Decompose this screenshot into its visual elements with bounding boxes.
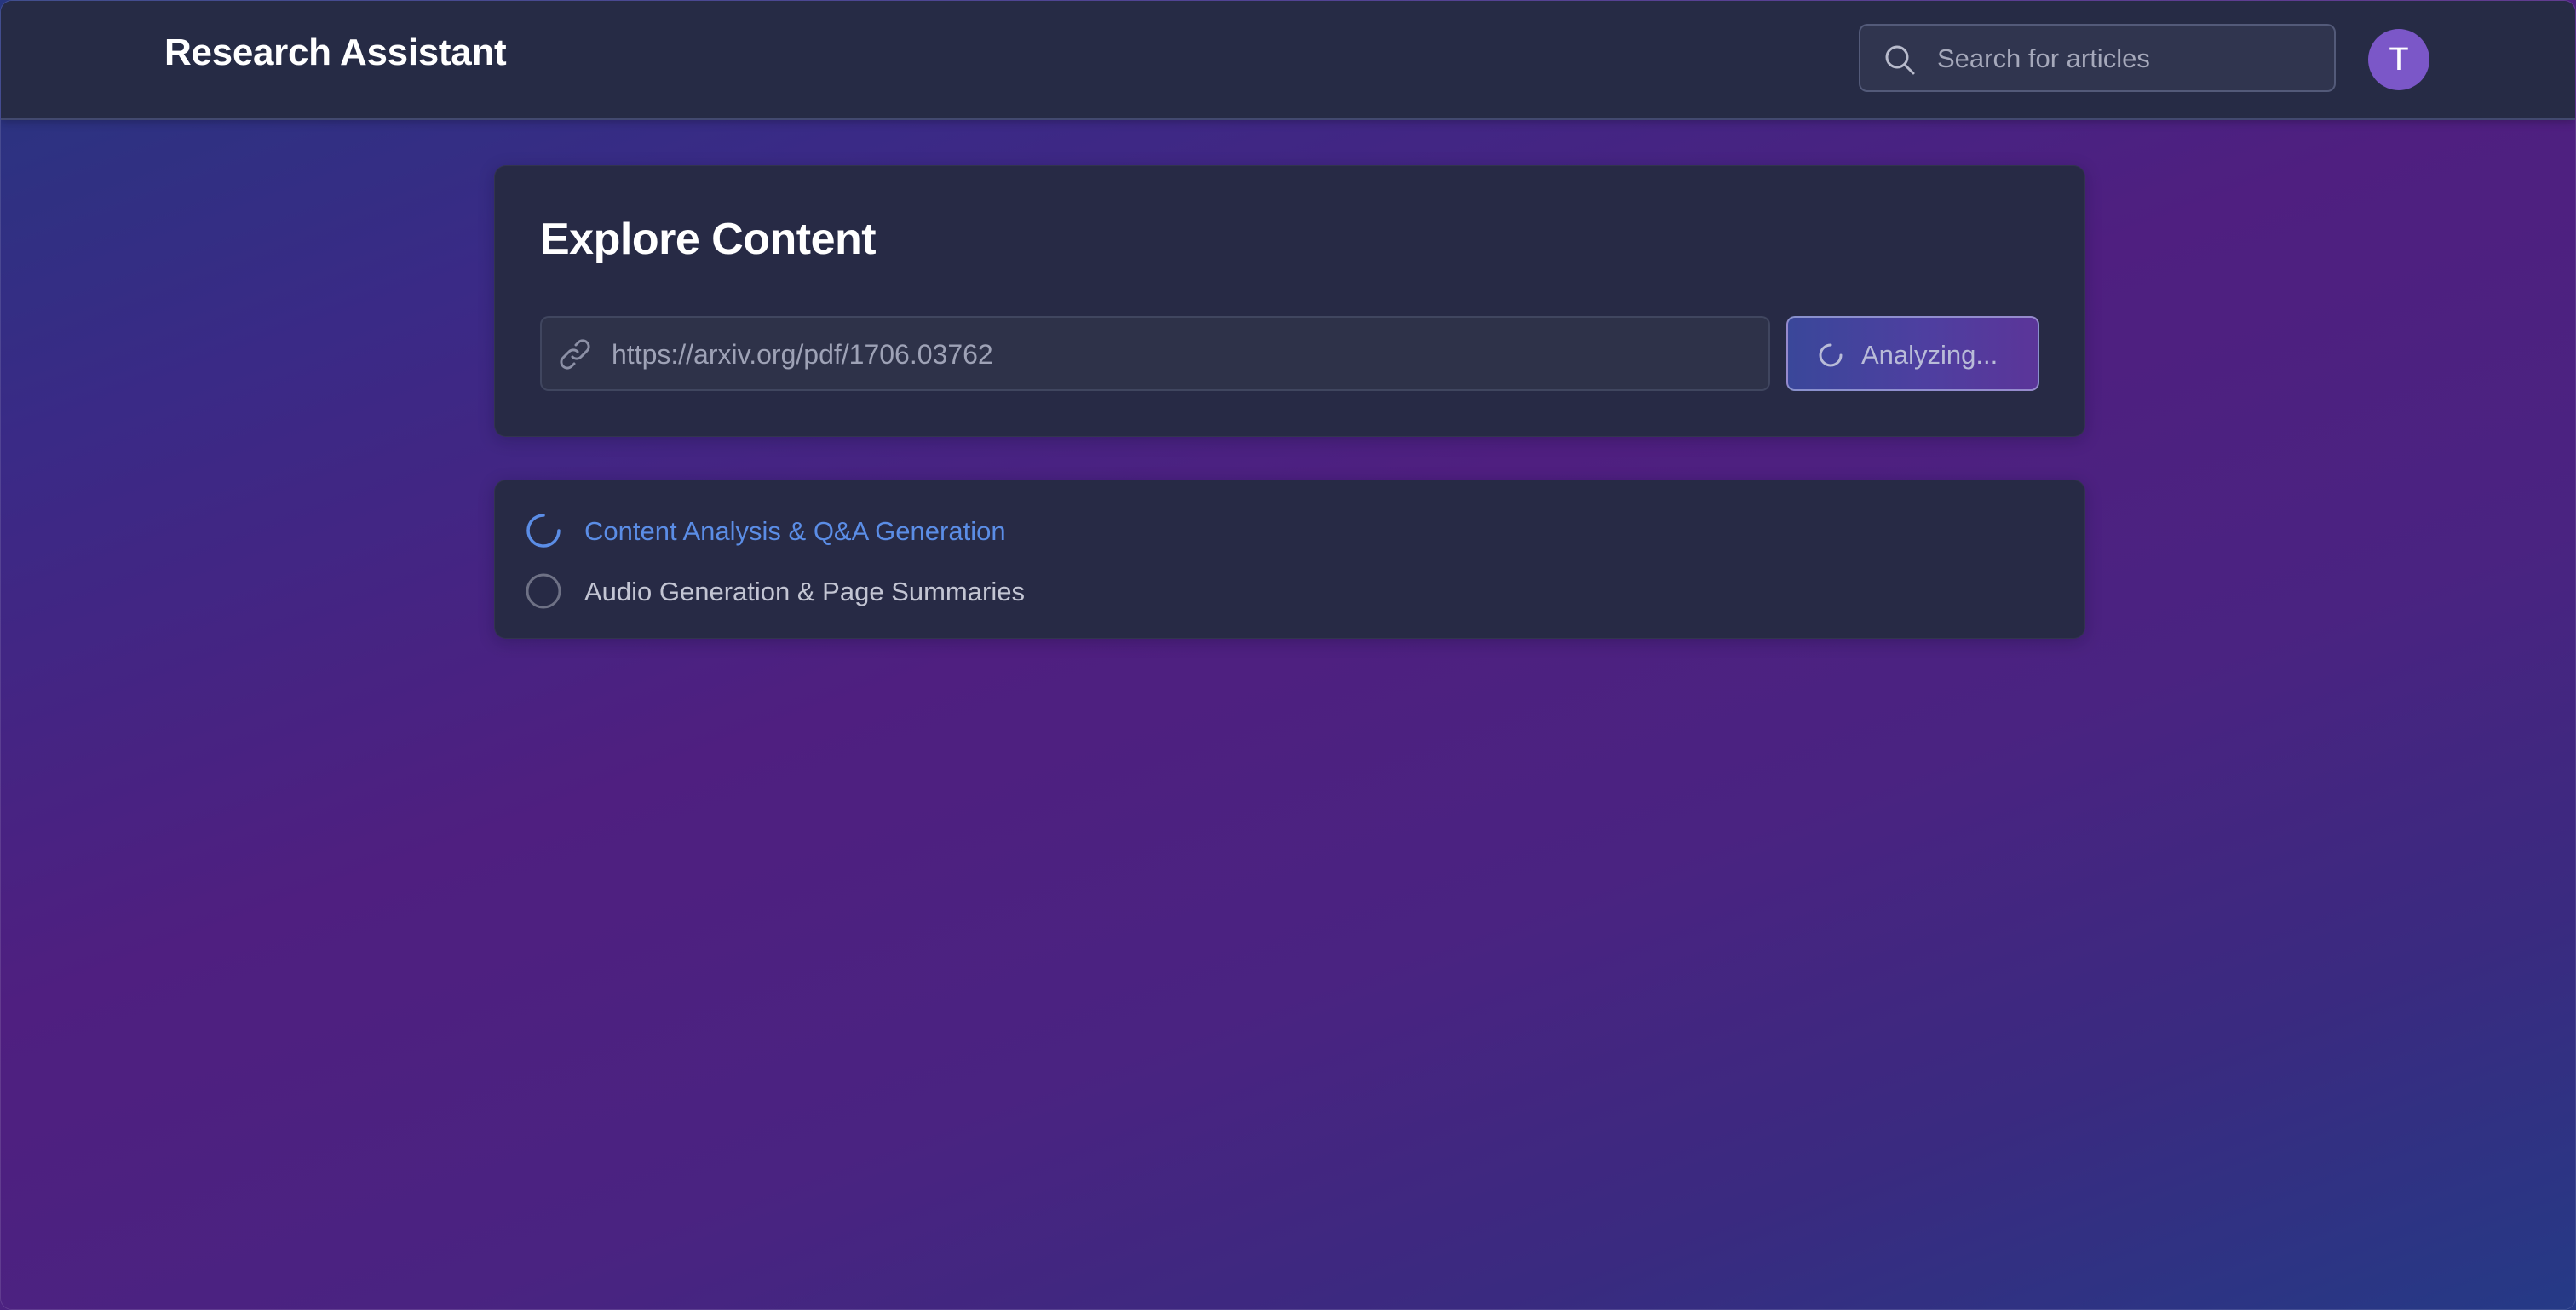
search-input[interactable] (1935, 26, 2322, 92)
analyze-button-label: Analyzing... (1861, 340, 1998, 370)
spinner-icon (525, 512, 562, 549)
analyze-button[interactable]: Analyzing... (1786, 316, 2039, 391)
app-window: Research Assistant T Explore Content (0, 0, 2576, 1310)
explore-content-card: Explore Content Analyzing... (494, 165, 2085, 437)
empty-circle-icon (525, 572, 562, 610)
url-field[interactable] (540, 316, 1770, 391)
link-icon (555, 335, 595, 374)
step-audio-generation: Audio Generation & Page Summaries (525, 570, 1206, 612)
step-label: Content Analysis & Q&A Generation (584, 516, 1006, 546)
avatar[interactable]: T (2368, 29, 2429, 90)
step-label: Audio Generation & Page Summaries (584, 577, 1025, 606)
app-title: Research Assistant (164, 32, 507, 73)
step-content-analysis: Content Analysis & Q&A Generation (525, 509, 1206, 552)
progress-steps-card: Content Analysis & Q&A Generation Audio … (494, 480, 2085, 639)
explore-title: Explore Content (540, 215, 877, 264)
url-input[interactable] (610, 318, 1755, 391)
spinner-icon (1817, 342, 1844, 369)
search-box[interactable] (1859, 24, 2336, 92)
top-header: Research Assistant T (1, 1, 2575, 120)
search-icon (1883, 43, 1917, 77)
